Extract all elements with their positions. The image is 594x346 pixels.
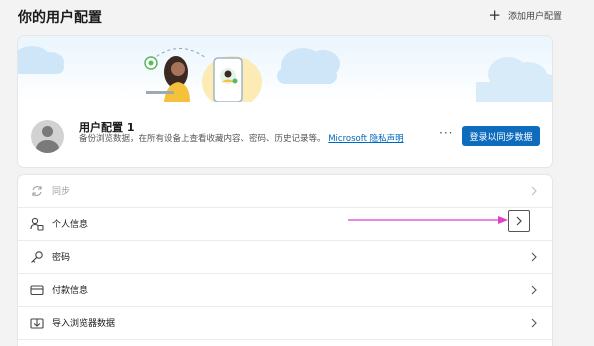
settings-item-sync[interactable]: 同步 [18, 175, 552, 208]
profile-description: 备份浏览数据，在所有设备上查看收藏内容、密码、历史记录等。 Microsoft … [79, 133, 424, 145]
page-title: 你的用户配置 [18, 10, 102, 26]
settings-item-passwords[interactable]: 密码 [18, 241, 552, 274]
avatar-body [36, 140, 59, 153]
profile-banner-illustration [18, 36, 552, 108]
privacy-statement-link[interactable]: Microsoft 隐私声明 [328, 134, 403, 144]
avatar-head [42, 126, 53, 137]
chevron-right-icon [531, 186, 537, 196]
import-icon [30, 318, 44, 329]
settings-item-import-browser-data[interactable]: 导入浏览器数据 [18, 307, 552, 340]
profile-settings-list: 同步 个人信息 密码 付款信息 导入浏览器数据 [18, 175, 552, 346]
profile-description-text: 备份浏览数据，在所有设备上查看收藏内容、密码、历史记录等。 [79, 134, 326, 144]
key-icon [31, 251, 43, 263]
annotation-arrow [348, 216, 508, 224]
settings-item-label: 导入浏览器数据 [52, 319, 116, 329]
add-profile-button[interactable]: + 添加用户配置 [488, 6, 562, 24]
sign-in-to-sync-button[interactable]: 登录以同步数据 [462, 126, 540, 146]
chevron-right-icon [531, 252, 537, 262]
credit-card-icon [30, 285, 44, 296]
profile-card: 用户配置 1 备份浏览数据，在所有设备上查看收藏内容、密码、历史记录等。 Mic… [18, 36, 552, 167]
plus-icon: + [488, 6, 501, 24]
banner-illustration [18, 46, 552, 108]
profile-info-row: 用户配置 1 备份浏览数据，在所有设备上查看收藏内容、密码、历史记录等。 Mic… [18, 102, 552, 167]
page-header: 你的用户配置 + 添加用户配置 [18, 0, 578, 34]
chevron-right-icon [531, 318, 537, 328]
chevron-right-icon [531, 285, 537, 295]
settings-item-label: 付款信息 [52, 286, 89, 296]
person-info-icon [30, 217, 44, 231]
settings-item-label: 密码 [52, 253, 71, 263]
settings-item-label: 个人信息 [52, 220, 89, 230]
more-options-button[interactable]: ··· [439, 126, 453, 140]
add-profile-label: 添加用户配置 [507, 12, 562, 22]
avatar[interactable] [31, 120, 64, 153]
sync-icon [32, 186, 42, 196]
settings-item-payment-info[interactable]: 付款信息 [18, 274, 552, 307]
settings-item-label: 同步 [52, 187, 71, 197]
chevron-right-icon [516, 216, 522, 226]
